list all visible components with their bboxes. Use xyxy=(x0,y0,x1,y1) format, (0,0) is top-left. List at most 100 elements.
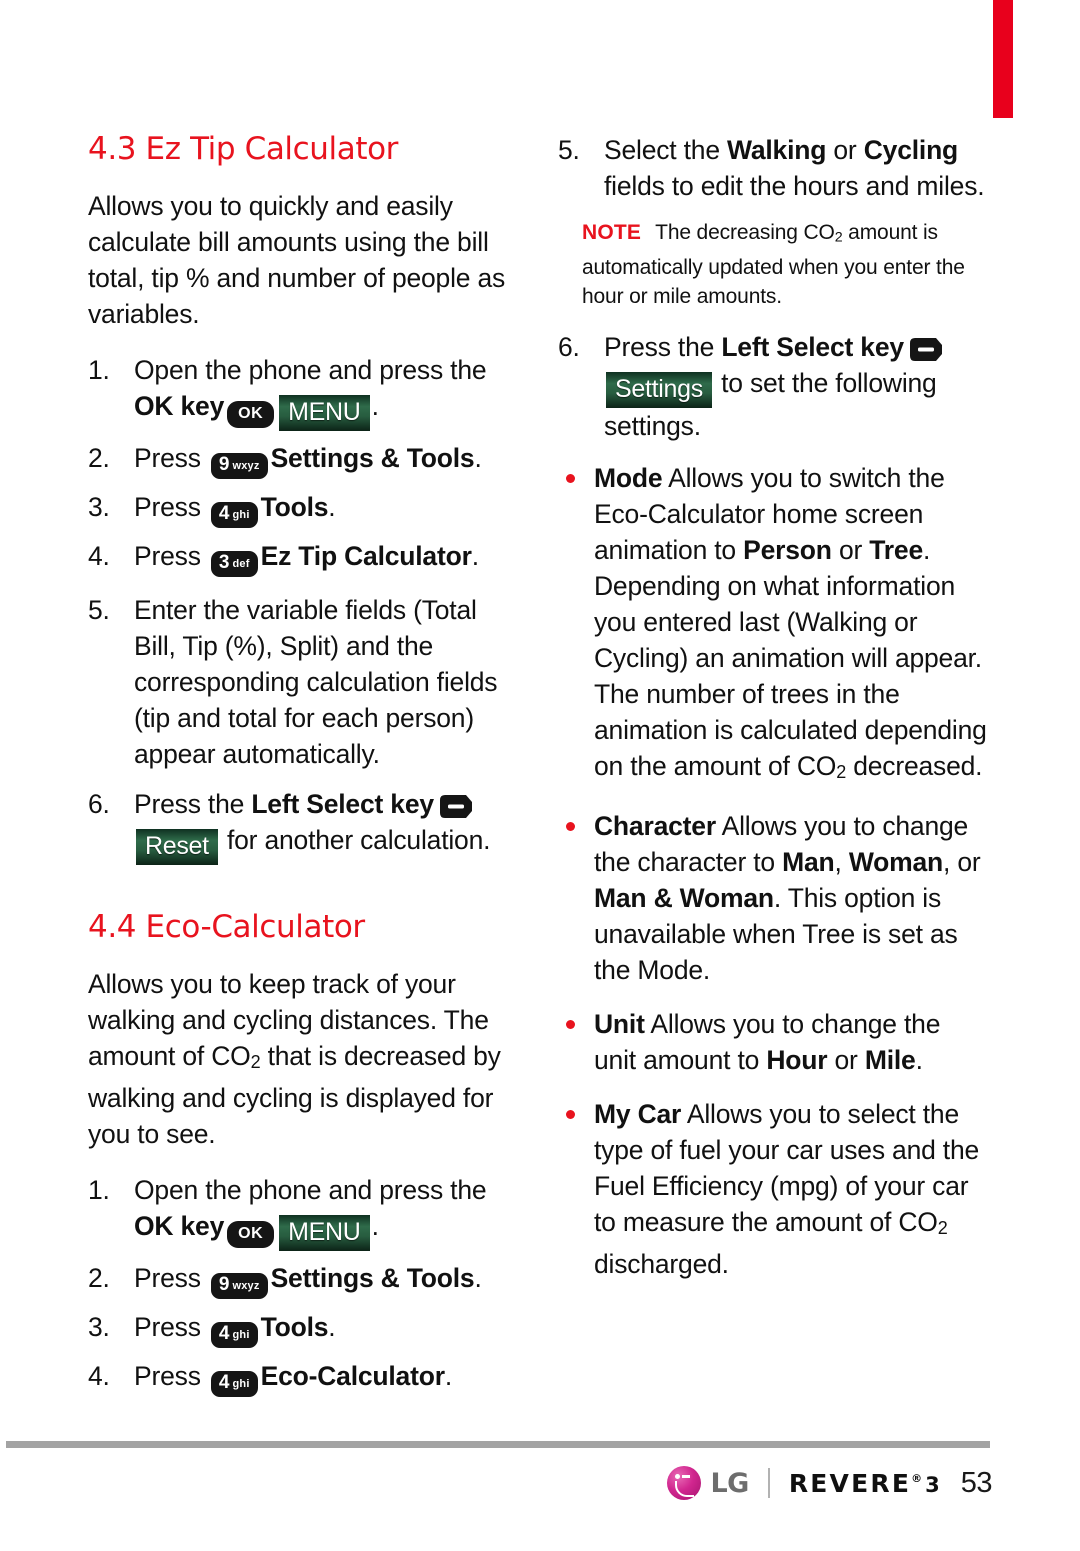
step-item: 2. Press 9 wxyz Settings & Tools. xyxy=(88,440,518,480)
section-4-3-intro: Allows you to quickly and easily calcula… xyxy=(88,191,506,330)
step-number: 5. xyxy=(558,135,580,165)
product-name: REVERE xyxy=(788,1468,912,1498)
step-number: 5. xyxy=(88,595,110,626)
page-footer: LG REVERE® 3 53 xyxy=(0,1466,1080,1526)
footer-divider xyxy=(6,1441,990,1448)
option-bold-1: Man xyxy=(782,846,835,877)
step-bold-term: Cycling xyxy=(863,135,959,165)
right-column: 5. Select the Walking or Cycling fields t… xyxy=(558,132,988,1300)
step-number: 2. xyxy=(88,443,110,474)
step-bold-term: Ez Tip Calculator xyxy=(260,541,472,572)
bullet-dot-icon xyxy=(566,473,575,483)
step-bold-term: Settings & Tools xyxy=(270,1263,475,1294)
section-4-4-steps: 1. Open the phone and press the OK key OK M… xyxy=(88,1172,518,1398)
step-text: Press the xyxy=(134,789,252,820)
step-item: 4. Press 4 ghi Eco-Calculator. xyxy=(88,1358,518,1398)
option-bold-2: Woman xyxy=(848,846,944,877)
step-text: Select the xyxy=(604,135,728,165)
step-text: Press the xyxy=(604,331,722,362)
step-text: Press xyxy=(134,443,208,474)
option-bold-1: Person xyxy=(743,534,832,565)
eco-calculator-steps-continued: 5. Select the Walking or Cycling fields t… xyxy=(558,132,988,204)
step-number: 6. xyxy=(558,331,580,362)
step-number: 3. xyxy=(88,1312,110,1343)
note-label: NOTE xyxy=(582,221,642,244)
number-key-4-icon: 4 ghi xyxy=(210,502,258,529)
key-digit: 4 xyxy=(218,503,230,525)
settings-options-list: Mode Allows you to switch the Eco-Calcul… xyxy=(558,460,988,1282)
number-key-4-icon: 4 ghi xyxy=(210,1371,258,1398)
option-text-2: or xyxy=(827,1044,865,1075)
bullet-dot-icon xyxy=(566,1109,575,1119)
step-bold-term: Tools xyxy=(260,1312,329,1343)
step-text-tail: . xyxy=(474,443,482,474)
option-bold-3: Man & Woman xyxy=(594,882,774,913)
step-number: 4. xyxy=(88,541,110,572)
bullet-dot-icon xyxy=(566,1019,575,1029)
model-number: 3 xyxy=(925,1472,940,1497)
option-text-3: . Depending on what information you ente… xyxy=(594,534,987,781)
key-letters: ghi xyxy=(232,1378,250,1391)
key-letters: def xyxy=(232,558,250,571)
lg-logo-icon xyxy=(667,1466,702,1500)
option-term: Character xyxy=(594,810,716,841)
co2-subscript: 2 xyxy=(836,761,847,782)
step-text-mid: or xyxy=(826,135,864,165)
step-text: Press xyxy=(134,541,208,572)
step-item: 5. Select the Walking or Cycling fields t… xyxy=(558,132,988,204)
step-bold-term: Left Select key xyxy=(721,331,904,362)
reset-softkey-badge: Reset xyxy=(136,829,218,866)
option-term: Mode xyxy=(594,462,663,493)
section-heading-4-3: 4.3 Ez Tip Calculator xyxy=(88,131,399,167)
settings-softkey-badge: Settings xyxy=(606,371,712,408)
menu-softkey-badge: MENU xyxy=(279,395,370,432)
step-text-tail: . xyxy=(328,1312,336,1343)
step-text-tail: . xyxy=(474,1263,482,1294)
key-digit: 9 xyxy=(218,454,230,476)
step-item: 6. Press the Left Select key Reset for an… xyxy=(88,786,518,866)
step-item: 6. Press the Left Select key Settings to … xyxy=(558,329,988,444)
step-number: 1. xyxy=(88,355,110,386)
number-key-3-icon: 3 def xyxy=(210,551,258,578)
option-text-2: or xyxy=(831,534,870,565)
list-item: Unit Allows you to change the unit amoun… xyxy=(558,1006,988,1078)
step-item: 1. Open the phone and press the OK key OK M… xyxy=(88,352,518,432)
step-number: 3. xyxy=(88,492,110,523)
step-text: Press xyxy=(134,1263,208,1294)
key-letters: wxyz xyxy=(232,1280,260,1293)
option-text-3: , or xyxy=(943,846,981,877)
step-item: 2. Press 9 wxyz Settings & Tools. xyxy=(88,1260,518,1300)
footer-vertical-divider xyxy=(767,1468,770,1498)
step-bold-term: Eco-Calculator xyxy=(260,1361,445,1392)
left-column: 4.3 Ez Tip Calculator Allows you to quic… xyxy=(88,132,518,1407)
step-bold-term: OK key xyxy=(134,391,225,422)
number-key-9-icon: 9 wxyz xyxy=(210,1273,268,1300)
number-key-9-icon: 9 wxyz xyxy=(210,453,268,480)
section-4-3-steps: 1. Open the phone and press the OK key OK M… xyxy=(88,352,518,866)
step-bold-term: Left Select key xyxy=(251,789,434,820)
left-select-key-icon xyxy=(909,337,943,362)
lg-logo-nose xyxy=(682,1475,691,1478)
section-4-4-intro: Allows you to keep track of your walking… xyxy=(88,966,518,1152)
step-item: 1. Open the phone and press the OK key OK M… xyxy=(88,1172,518,1252)
option-bold-2: Mile xyxy=(864,1044,916,1075)
key-digit: 3 xyxy=(218,552,230,574)
key-letters: ghi xyxy=(232,1329,250,1342)
step-text: Open the phone and press the xyxy=(134,1175,487,1206)
step-item: 5. Enter the variable fields (Total Bill,… xyxy=(88,592,518,772)
list-item: My Car Allows you to select the type of … xyxy=(558,1096,988,1282)
registered-mark: ® xyxy=(911,1471,923,1485)
step-bold-term: Settings & Tools xyxy=(270,443,475,474)
footer-brand-block: LG REVERE® 3 53 xyxy=(667,1466,993,1500)
key-digit: 4 xyxy=(218,1372,230,1394)
key-letters: ghi xyxy=(232,509,250,522)
step-item: 3. Press 4 ghi Tools. xyxy=(88,1309,518,1349)
step-text-tail: . xyxy=(371,391,379,422)
list-item: Character Allows you to change the chara… xyxy=(558,808,988,988)
step-text-tail: fields to edit the hours and miles. xyxy=(604,171,985,201)
step-item: 4. Press 3 def Ez Tip Calculator. xyxy=(88,538,518,578)
ok-key-icon: OK xyxy=(227,1221,275,1249)
step-bold-term: Walking xyxy=(727,135,827,165)
step-number: 6. xyxy=(88,789,110,820)
option-text-4: decreased. xyxy=(846,750,983,781)
